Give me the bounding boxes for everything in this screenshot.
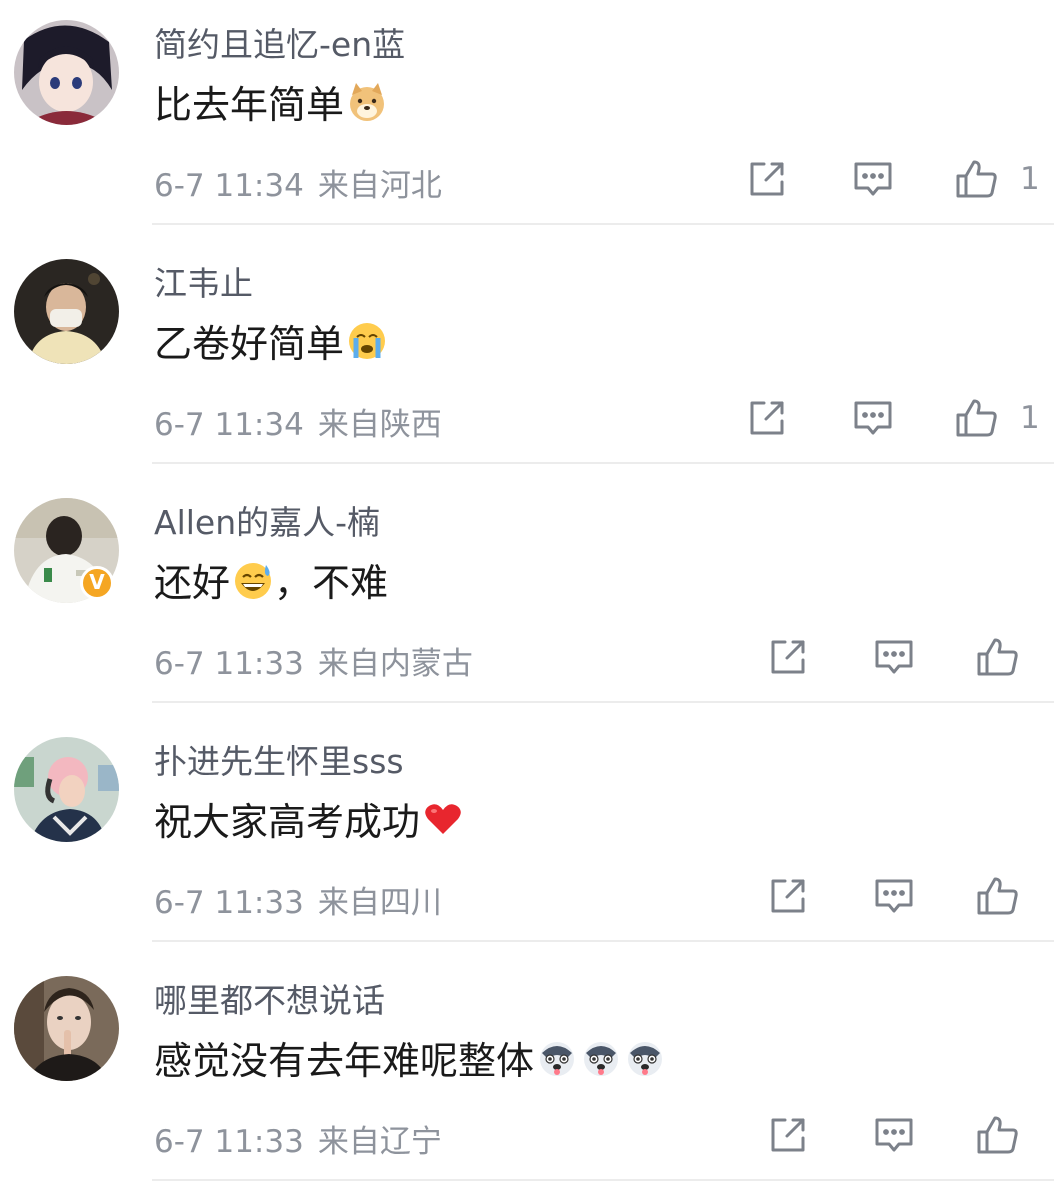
husky-icon (580, 1037, 622, 1079)
sweat-smile-icon (232, 559, 274, 601)
comment-time: 6-7 11:33 (154, 646, 304, 682)
comment-text: 还好 ，不难 (154, 552, 388, 607)
comment-text-body: 感觉没有去年难呢整体 (154, 1039, 535, 1083)
comment-text: 感觉没有去年难呢整体 (154, 1030, 666, 1085)
like-icon[interactable] (975, 873, 1021, 919)
divider (152, 462, 1054, 464)
comment-item: 江韦止 乙卷好简单 6-7 11:34 来自陕西 1 (0, 239, 1054, 478)
divider (152, 940, 1054, 942)
like-icon[interactable] (954, 156, 1000, 202)
divider (152, 1179, 1054, 1181)
avatar[interactable] (14, 20, 119, 125)
comment-item: 简约且追忆-en蓝 比去年简单 6-7 11:34 来自河北 1 (0, 0, 1054, 239)
comment-item: 哪里都不想说话 感觉没有去年难呢整体 6-7 11:33 来自辽宁 (0, 956, 1054, 1195)
comment-time: 6-7 11:33 (154, 885, 304, 921)
reply-icon[interactable] (850, 395, 896, 441)
comment-text: 祝大家高考成功 (154, 791, 464, 846)
like-icon[interactable] (975, 1112, 1021, 1158)
reply-icon[interactable] (871, 873, 917, 919)
comment-time: 6-7 11:33 (154, 1124, 304, 1160)
reply-icon[interactable] (850, 156, 896, 202)
comment-location: 来自辽宁 (317, 1124, 442, 1160)
avatar[interactable] (14, 976, 119, 1081)
avatar[interactable] (14, 259, 119, 364)
comment-actions: 1 (744, 156, 1040, 202)
comment-location: 来自陕西 (317, 407, 442, 443)
comment-text-body: 祝大家高考成功 (154, 800, 421, 844)
comment-actions (765, 1112, 1021, 1158)
username[interactable]: Allen的嘉人-楠 (154, 496, 380, 544)
username[interactable]: 简约且追忆-en蓝 (154, 18, 405, 66)
crying-face-icon (346, 320, 388, 362)
like-icon[interactable] (975, 634, 1021, 680)
comment-text-body: 比去年简单 (154, 83, 345, 127)
husky-icon (536, 1037, 578, 1079)
like-icon[interactable] (954, 395, 1000, 441)
comment-time: 6-7 11:34 (154, 168, 304, 204)
username[interactable]: 扑进先生怀里sss (154, 735, 404, 783)
comment-text-body: 乙卷好简单 (154, 322, 345, 366)
comment-meta: 6-7 11:34 来自河北 (154, 160, 442, 205)
share-icon[interactable] (744, 395, 790, 441)
share-icon[interactable] (765, 634, 811, 680)
share-icon[interactable] (765, 873, 811, 919)
comment-actions (765, 634, 1021, 680)
comment-meta: 6-7 11:34 来自陕西 (154, 399, 442, 444)
husky-icon (624, 1037, 666, 1079)
comment-location: 来自四川 (317, 885, 442, 921)
share-icon[interactable] (744, 156, 790, 202)
divider (152, 223, 1054, 225)
comment-text: 乙卷好简单 (154, 313, 388, 368)
comment-item: V Allen的嘉人-楠 还好 ，不难 6-7 11:33 来自内蒙古 (0, 478, 1054, 717)
comment-actions (765, 873, 1021, 919)
comment-text-tail: ，不难 (274, 561, 389, 605)
reply-icon[interactable] (871, 1112, 917, 1158)
like-count: 1 (1020, 400, 1040, 436)
share-icon[interactable] (765, 1112, 811, 1158)
comment-meta: 6-7 11:33 来自四川 (154, 877, 442, 922)
comment-actions: 1 (744, 395, 1040, 441)
divider (152, 701, 1054, 703)
doge-icon (346, 81, 388, 123)
comment-location: 来自内蒙古 (317, 646, 473, 682)
comment-text-body: 还好 (154, 561, 231, 605)
username[interactable]: 哪里都不想说话 (154, 974, 385, 1022)
username[interactable]: 江韦止 (154, 257, 253, 305)
verified-badge: V (80, 566, 114, 600)
red-heart-icon (422, 798, 464, 840)
comment-meta: 6-7 11:33 来自辽宁 (154, 1116, 442, 1161)
like-count: 1 (1020, 161, 1040, 197)
reply-icon[interactable] (871, 634, 917, 680)
comment-time: 6-7 11:34 (154, 407, 304, 443)
comment-item: 扑进先生怀里sss 祝大家高考成功 6-7 11:33 来自四川 (0, 717, 1054, 956)
comment-text: 比去年简单 (154, 74, 388, 129)
comment-meta: 6-7 11:33 来自内蒙古 (154, 638, 473, 683)
avatar[interactable] (14, 737, 119, 842)
comment-list: 简约且追忆-en蓝 比去年简单 6-7 11:34 来自河北 1 江韦止 乙卷好… (0, 0, 1054, 1202)
comment-location: 来自河北 (317, 168, 442, 204)
